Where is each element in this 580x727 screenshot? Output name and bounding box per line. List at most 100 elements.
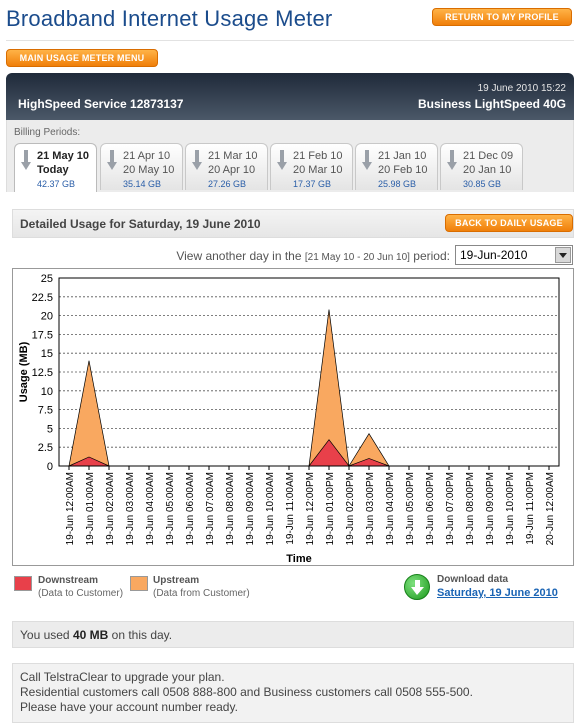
day-picker-row: View another day in the [21 May 10 - 20 … [12,244,574,266]
x-tick-label: 19-Jun 09:00PM [485,472,496,545]
down-arrow-icon [107,150,117,172]
billing-periods-label: Billing Periods: [14,127,81,138]
day-picker-label: View another day in the [21 May 10 - 20 … [176,249,450,263]
chevron-down-icon[interactable] [555,247,571,263]
x-tick-label: 19-Jun 08:00PM [465,472,476,545]
y-tick-label: 0 [47,461,53,473]
x-tick-label: 19-Jun 09:00AM [245,472,256,545]
tab-from: 21 Jan 10 [378,150,427,162]
tab-usage: 27.26 GB [208,179,247,189]
y-tick-label: 12.5 [32,367,53,379]
y-tick-label: 2.5 [38,442,53,454]
usage-chart: 0 2.5 5 7.5 10 12.5 15 17.5 20 22.5 25 19-Jun 12:00… [12,268,574,566]
billing-tab[interactable]: 21 Feb 10 20 Mar 10 17.37 GB [270,143,353,190]
legend-swatch-upstream [130,576,148,591]
billing-periods: Billing Periods: 21 May 10 Today 42.37 G… [6,120,574,192]
billing-tab[interactable]: 21 Apr 10 20 May 10 35.14 GB [100,143,183,190]
tab-usage: 35.14 GB [123,179,162,189]
tab-from: 21 May 10 [37,150,89,162]
x-tick-label: 20-Jun 12:00AM [545,472,556,545]
day-picker-suffix: period: [413,249,450,263]
day-select[interactable]: 19-Jun-2010 [455,245,573,265]
legend-swatch-downstream [14,576,32,591]
summary-prefix: You used [20,628,70,642]
down-arrow-icon [447,150,457,172]
divider [6,40,574,41]
x-tick-label: 19-Jun 12:00PM [305,472,316,545]
service-header: 19 June 2010 15:22 HighSpeed Service 128… [6,73,574,120]
x-axis-label: Time [286,553,311,565]
x-tick-label: 19-Jun 08:00AM [225,472,236,545]
x-tick-label: 19-Jun 11:00AM [285,472,296,545]
tab-usage: 30.85 GB [463,179,502,189]
tab-to: 20 Jan 10 [463,164,512,176]
tab-usage: 42.37 GB [37,179,76,189]
x-tick-label: 19-Jun 04:00PM [385,472,396,545]
tab-to: 20 Feb 10 [378,164,428,176]
x-tick-label: 19-Jun 02:00PM [345,472,356,545]
billing-tab-current[interactable]: 21 May 10 Today 42.37 GB [14,143,97,192]
usage-summary: You used 40 MB on this day. [12,621,574,648]
summary-amount: 40 MB [72,628,109,642]
x-tick-label: 19-Jun 03:00AM [125,472,136,545]
page-title: Broadband Internet Usage Meter [6,6,333,31]
day-picker-prefix: View another day in the [176,249,302,263]
service-plan: Business LightSpeed 40G [417,97,566,111]
tab-to: 20 May 10 [123,164,175,176]
detail-title: Detailed Usage for Saturday, 19 June 201… [20,217,261,231]
x-tick-label: 19-Jun 12:00AM [65,472,76,545]
x-tick-label: 19-Jun 01:00AM [85,472,96,545]
legend-upstream-title: Upstream [153,575,200,586]
tab-from: 21 Dec 09 [463,150,514,162]
x-tick-label: 19-Jun 03:00PM [365,472,376,545]
billing-tab[interactable]: 21 Mar 10 20 Apr 10 27.26 GB [185,143,268,190]
down-arrow-icon [277,150,287,172]
legend-downstream-title: Downstream [38,575,99,586]
down-arrow-icon [192,150,202,172]
x-tick-label: 19-Jun 04:00AM [145,472,156,545]
y-tick-label: 25 [41,273,53,285]
x-tick-label: 19-Jun 01:00PM [325,472,336,545]
download-icon[interactable] [404,574,430,600]
y-tick-label: 20 [41,311,53,323]
y-tick-label: 10 [41,386,53,398]
back-to-daily-usage-button[interactable]: BACK TO DAILY USAGE [445,214,573,232]
x-tick-label: 19-Jun 10:00AM [265,472,276,545]
tab-to: 20 Mar 10 [293,164,343,176]
x-tick-label: 19-Jun 02:00AM [105,472,116,545]
return-to-profile-button[interactable]: RETURN TO MY PROFILE [432,8,572,26]
service-datetime: 19 June 2010 15:22 [477,83,566,94]
upgrade-line-1: Call TelstraClear to upgrade your plan. [20,670,225,684]
billing-tab[interactable]: 21 Dec 09 20 Jan 10 30.85 GB [440,143,523,190]
x-tick-label: 19-Jun 06:00PM [425,472,436,545]
summary-suffix: on this day. [111,628,173,642]
tab-to: 20 Apr 10 [208,164,256,176]
y-tick-label: 5 [47,423,53,435]
day-picker-range: [21 May 10 - 20 Jun 10] [304,252,410,263]
billing-tab[interactable]: 21 Jan 10 20 Feb 10 25.98 GB [355,143,438,190]
tab-to: Today [37,164,69,176]
y-tick-label: 7.5 [38,405,53,417]
x-tick-label: 19-Jun 06:00AM [185,472,196,545]
upgrade-line-3: Please have your account number ready. [20,700,238,714]
upgrade-notice: Call TelstraClear to upgrade your plan. … [12,663,574,723]
tab-usage: 25.98 GB [378,179,417,189]
service-name: HighSpeed Service 12873137 [18,97,184,111]
y-tick-label: 17.5 [32,329,53,341]
day-select-value: 19-Jun-2010 [460,248,528,262]
usage-chart-svg: 0 2.5 5 7.5 10 12.5 15 17.5 20 22.5 25 19-Jun 12:00… [18,273,560,565]
x-tick-label: 19-Jun 07:00AM [205,472,216,545]
x-tick-label: 19-Jun 11:00PM [525,472,536,545]
download-title: Download data [437,574,509,585]
download-link[interactable]: Saturday, 19 June 2010 [437,587,558,599]
y-tick-label: 22.5 [32,292,53,304]
y-tick-label: 15 [41,348,53,360]
y-axis-label: Usage (MB) [18,341,30,402]
x-tick-label: 19-Jun 07:00PM [445,472,456,545]
down-arrow-icon [21,150,31,172]
x-tick-label: 19-Jun 10:00PM [505,472,516,545]
tab-usage: 17.37 GB [293,179,332,189]
tab-from: 21 Mar 10 [208,150,258,162]
x-tick-label: 19-Jun 05:00AM [165,472,176,545]
main-menu-button[interactable]: MAIN USAGE METER MENU [6,49,158,67]
